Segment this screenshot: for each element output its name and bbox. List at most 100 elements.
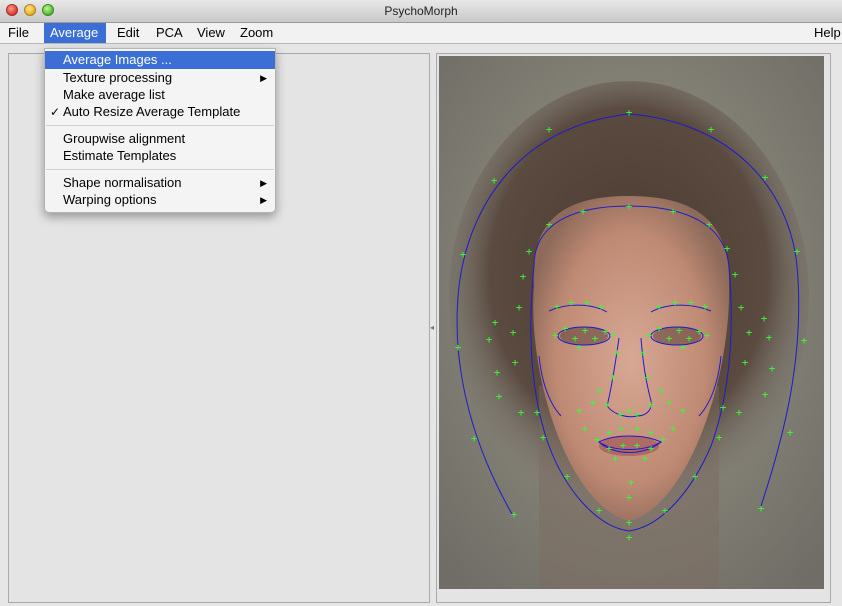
svg-text:+: + bbox=[520, 270, 527, 283]
svg-text:+: + bbox=[738, 301, 745, 314]
svg-text:+: + bbox=[540, 431, 547, 444]
svg-text:+: + bbox=[564, 470, 571, 483]
svg-text:+: + bbox=[596, 384, 603, 397]
svg-text:+: + bbox=[526, 245, 533, 258]
svg-text:+: + bbox=[628, 476, 635, 489]
svg-text:+: + bbox=[660, 433, 667, 446]
svg-text:+: + bbox=[634, 439, 641, 452]
svg-text:+: + bbox=[658, 384, 665, 397]
menu-separator bbox=[46, 125, 274, 126]
svg-text:+: + bbox=[496, 390, 503, 403]
svg-text:+: + bbox=[666, 396, 673, 409]
menu-file[interactable]: File bbox=[2, 23, 35, 43]
svg-text:+: + bbox=[662, 504, 669, 517]
svg-text:+: + bbox=[766, 331, 773, 344]
svg-text:+: + bbox=[688, 296, 695, 309]
svg-text:+: + bbox=[491, 174, 498, 187]
menu-view[interactable]: View bbox=[191, 23, 231, 43]
svg-text:+: + bbox=[646, 329, 653, 342]
svg-text:+: + bbox=[612, 452, 619, 465]
svg-text:+: + bbox=[620, 439, 627, 452]
menu-item-label: Estimate Templates bbox=[63, 148, 177, 163]
menu-edit[interactable]: Edit bbox=[111, 23, 145, 43]
menu-pca[interactable]: PCA bbox=[150, 23, 189, 43]
svg-text:+: + bbox=[554, 300, 561, 313]
svg-text:+: + bbox=[626, 516, 633, 529]
split-pane-divider[interactable]: ◂ bbox=[430, 323, 434, 332]
svg-text:+: + bbox=[702, 300, 709, 313]
menu-item-label: Groupwise alignment bbox=[63, 131, 186, 146]
menu-item-shape-normalisation[interactable]: Shape normalisation ▶ bbox=[45, 174, 275, 192]
svg-text:+: + bbox=[656, 322, 663, 335]
submenu-arrow-icon: ▶ bbox=[260, 178, 267, 188]
svg-text:+: + bbox=[534, 406, 541, 419]
menu-item-label: Texture processing bbox=[63, 70, 173, 85]
svg-text:+: + bbox=[642, 452, 649, 465]
svg-text:+: + bbox=[801, 334, 808, 347]
menu-item-texture-processing[interactable]: Texture processing ▶ bbox=[45, 69, 275, 87]
svg-text:+: + bbox=[518, 406, 525, 419]
svg-text:+: + bbox=[648, 442, 655, 455]
menu-item-groupwise-alignment[interactable]: Groupwise alignment bbox=[45, 130, 275, 148]
menu-item-warping-options[interactable]: Warping options ▶ bbox=[45, 191, 275, 209]
average-face-image[interactable]: + + + + + + + + + + + + + + + + + + + + + + + + + + + + + + + +… bbox=[439, 56, 824, 589]
svg-text:+: + bbox=[486, 333, 493, 346]
svg-text:+: + bbox=[455, 341, 462, 354]
svg-text:+: + bbox=[568, 296, 575, 309]
svg-text:+: + bbox=[648, 426, 655, 439]
svg-text:+: + bbox=[672, 296, 679, 309]
svg-text:+: + bbox=[618, 408, 625, 421]
menu-item-make-average-list[interactable]: Make average list bbox=[45, 86, 275, 104]
svg-text:+: + bbox=[634, 422, 641, 435]
svg-text:+: + bbox=[762, 171, 769, 184]
svg-text:+: + bbox=[584, 296, 591, 309]
svg-text:+: + bbox=[598, 300, 605, 313]
svg-text:+: + bbox=[602, 325, 609, 338]
svg-text:+: + bbox=[720, 401, 727, 414]
svg-text:+: + bbox=[582, 324, 589, 337]
svg-text:+: + bbox=[610, 371, 617, 384]
svg-text:+: + bbox=[634, 408, 641, 421]
svg-text:+: + bbox=[706, 218, 713, 231]
svg-text:+: + bbox=[492, 316, 499, 329]
svg-text:+: + bbox=[618, 422, 625, 435]
face-template-overlay: ++ + + ++ + +++ + + + ++ + + ++ + + ++ + + ++ + + ++ +… bbox=[439, 56, 824, 589]
menu-item-label: Average Images ... bbox=[63, 52, 172, 67]
svg-text:+: + bbox=[762, 388, 769, 401]
window-title: PsychoMorph bbox=[384, 4, 458, 18]
svg-text:+: + bbox=[736, 406, 743, 419]
svg-text:+: + bbox=[590, 396, 597, 409]
svg-text:+: + bbox=[604, 398, 611, 411]
menu-item-estimate-templates[interactable]: Estimate Templates bbox=[45, 147, 275, 165]
svg-text:+: + bbox=[494, 366, 501, 379]
menu-item-label: Warping options bbox=[63, 192, 157, 207]
svg-text:+: + bbox=[716, 431, 723, 444]
svg-text:+: + bbox=[758, 502, 765, 515]
svg-text:+: + bbox=[680, 341, 687, 354]
svg-text:+: + bbox=[680, 404, 687, 417]
svg-text:+: + bbox=[626, 491, 633, 504]
menu-item-label: Auto Resize Average Template bbox=[63, 104, 241, 119]
title-bar: PsychoMorph bbox=[0, 0, 842, 23]
svg-text:+: + bbox=[512, 356, 519, 369]
svg-text:+: + bbox=[594, 433, 601, 446]
svg-text:+: + bbox=[626, 106, 633, 119]
svg-text:+: + bbox=[626, 404, 633, 417]
svg-text:+: + bbox=[576, 404, 583, 417]
menu-average[interactable]: Average bbox=[44, 23, 106, 43]
menu-help[interactable]: Help bbox=[808, 23, 842, 43]
average-menu-dropdown: Average Images ... Texture processing ▶ … bbox=[44, 48, 276, 213]
svg-text:+: + bbox=[562, 322, 569, 335]
menu-zoom[interactable]: Zoom bbox=[234, 23, 279, 43]
menu-item-auto-resize-average-template[interactable]: ✓ Auto Resize Average Template bbox=[45, 103, 275, 121]
svg-text:+: + bbox=[510, 326, 517, 339]
menu-item-average-images[interactable]: Average Images ... bbox=[45, 51, 275, 69]
submenu-arrow-icon: ▶ bbox=[260, 195, 267, 205]
svg-text:+: + bbox=[686, 332, 693, 345]
svg-text:+: + bbox=[670, 422, 677, 435]
svg-text:+: + bbox=[761, 312, 768, 325]
svg-text:+: + bbox=[742, 356, 749, 369]
svg-text:+: + bbox=[787, 426, 794, 439]
svg-text:+: + bbox=[576, 341, 583, 354]
svg-text:+: + bbox=[644, 371, 651, 384]
